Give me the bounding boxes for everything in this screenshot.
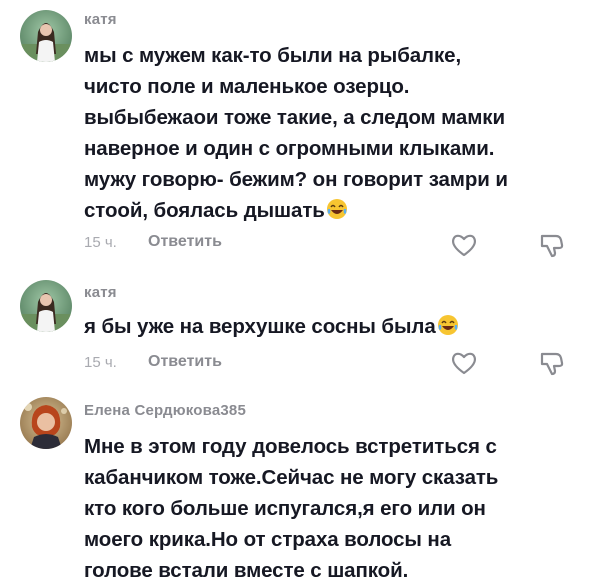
reply-button[interactable]: Ответить (148, 233, 222, 251)
avatar[interactable] (20, 397, 72, 449)
laughing-tears-emoji (326, 198, 348, 220)
heart-outline-icon[interactable] (450, 232, 478, 258)
comment-timestamp: 15 ч. (84, 354, 117, 371)
comment-text: мы с мужем как-то были на рыбалке, чисто… (84, 40, 554, 226)
thumb-down-outline-icon[interactable] (538, 350, 566, 376)
comment-username[interactable]: катя (84, 284, 117, 301)
comment-item: Елена Сердюкова385 Мне в этом году довел… (0, 380, 590, 583)
comment-text-body: мы с мужем как-то были на рыбалке, чисто… (84, 44, 508, 222)
reply-button[interactable]: Ответить (148, 353, 222, 371)
thumb-down-outline-icon[interactable] (538, 232, 566, 258)
heart-outline-icon[interactable] (450, 350, 478, 376)
comment-item: катя я бы уже на верхушке сосны была 15 … (0, 270, 590, 380)
comment-text-body: я бы уже на верхушке сосны была (84, 315, 436, 338)
avatar[interactable] (20, 10, 72, 62)
comment-timestamp: 15 ч. (84, 234, 117, 251)
comment-username[interactable]: катя (84, 11, 117, 28)
avatar[interactable] (20, 280, 72, 332)
laughing-tears-emoji (437, 314, 459, 336)
comment-text: Мне в этом году довелось встретиться с к… (84, 435, 499, 582)
comment-text: я бы уже на верхушке сосны была (84, 311, 554, 342)
comment-item: катя мы с мужем как-то были на рыбалке, … (0, 0, 590, 270)
comment-username[interactable]: Елена Сердюкова385 (84, 402, 246, 419)
